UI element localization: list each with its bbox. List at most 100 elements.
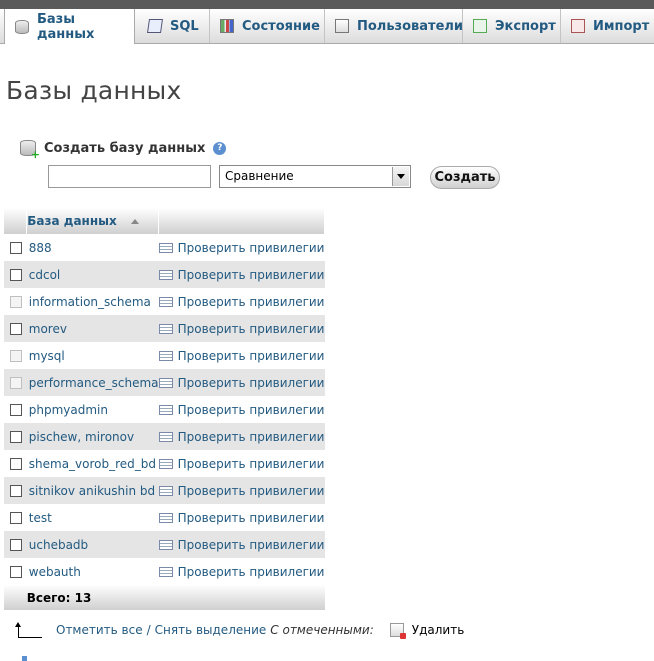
uncheck-all-link[interactable]: Снять выделение xyxy=(155,623,267,637)
privileges-cell: Проверить привилегии xyxy=(158,288,325,315)
privileges-cell: Проверить привилегии xyxy=(158,261,325,288)
database-name-cell: uchebadb xyxy=(26,531,159,558)
table-row: sitnikov anikushin bd Проверить привилеги… xyxy=(4,477,325,504)
delete-icon[interactable] xyxy=(389,623,406,639)
row-checkbox[interactable] xyxy=(10,241,22,254)
status-icon xyxy=(220,19,234,33)
row-checkbox-cell xyxy=(4,450,27,477)
check-privileges-link[interactable]: Проверить привилегии xyxy=(158,267,325,282)
tab-export-label: Экспорт xyxy=(495,18,556,34)
row-checkbox[interactable] xyxy=(10,457,22,470)
bulk-actions-bar: Отметить все / Снять выделение С отмечен… xyxy=(14,622,465,639)
tab-sql[interactable]: SQL xyxy=(138,9,210,43)
tab-export[interactable]: Экспорт xyxy=(463,9,561,43)
check-privileges-link[interactable]: Проверить привилегии xyxy=(158,349,325,363)
create-button[interactable]: Создать xyxy=(430,166,500,189)
row-checkbox[interactable] xyxy=(10,484,22,497)
help-icon[interactable]: ? xyxy=(213,141,227,155)
tab-import[interactable]: Импорт xyxy=(561,9,654,43)
privileges-icon xyxy=(158,458,173,469)
database-name-link[interactable]: mysql xyxy=(27,349,65,363)
tab-databases[interactable]: Базы данных xyxy=(4,9,135,44)
row-checkbox-cell xyxy=(4,423,27,450)
database-name-link[interactable]: information_schema xyxy=(27,295,151,309)
check-privileges-link[interactable]: Проверить привилегии xyxy=(158,510,325,525)
check-privileges-label: Проверить привилегии xyxy=(177,510,325,525)
row-checkbox-cell xyxy=(4,396,27,423)
privileges-icon xyxy=(158,269,173,280)
check-privileges-link[interactable]: Проверить привилегии xyxy=(158,375,325,390)
privileges-icon xyxy=(158,485,173,496)
row-checkbox[interactable] xyxy=(10,403,22,416)
database-name-link[interactable]: performance_schema xyxy=(27,376,159,390)
row-checkbox xyxy=(10,295,22,308)
privileges-icon xyxy=(158,377,173,388)
table-row: morev Проверить привилегии xyxy=(4,315,325,342)
collation-select[interactable]: Сравнение xyxy=(219,165,411,188)
row-checkbox-cell xyxy=(4,369,27,396)
database-name-link[interactable]: webauth xyxy=(27,565,81,579)
row-checkbox xyxy=(10,376,22,389)
database-name-input[interactable] xyxy=(48,165,211,188)
database-name-link[interactable]: phpmyadmin xyxy=(27,403,108,417)
check-privileges-label: Проверить привилегии xyxy=(177,267,325,282)
check-privileges-label: Проверить привилегии xyxy=(177,402,325,417)
database-name-link[interactable]: test xyxy=(27,511,52,525)
check-privileges-link[interactable]: Проверить привилегии xyxy=(158,402,325,417)
database-name-link[interactable]: 888 xyxy=(27,241,52,255)
table-row: webauth Проверить привилегии xyxy=(4,558,325,585)
table-row: performance_schema Проверить привилегии xyxy=(4,369,325,396)
database-name-link[interactable]: shema_vorob_red_bd xyxy=(27,457,156,471)
export-icon xyxy=(473,19,487,33)
database-name-link[interactable]: morev xyxy=(27,322,67,336)
row-checkbox[interactable] xyxy=(10,268,22,281)
check-privileges-link[interactable]: Проверить привилегии xyxy=(158,321,325,336)
privileges-icon xyxy=(158,242,173,253)
database-name-cell: phpmyadmin xyxy=(26,396,159,423)
database-name-link[interactable]: pischew, mironov xyxy=(27,430,134,444)
check-privileges-link[interactable]: Проверить привилегии xyxy=(158,538,325,552)
collation-select-value: Сравнение xyxy=(225,169,294,183)
database-name-cell: sitnikov anikushin bd xyxy=(26,477,159,504)
check-privileges-label: Проверить привилегии xyxy=(177,375,325,390)
check-privileges-label: Проверить привилегии xyxy=(177,321,325,336)
row-checkbox-cell xyxy=(4,504,27,531)
check-privileges-label: Проверить привилегии xyxy=(177,483,325,498)
tab-status-label: Состояние xyxy=(242,18,320,34)
database-name-link[interactable]: uchebadb xyxy=(27,538,88,552)
database-name-link[interactable]: sitnikov anikushin bd xyxy=(27,484,155,498)
database-name-link[interactable]: cdcol xyxy=(27,268,61,282)
tab-users[interactable]: Пользователи xyxy=(325,9,463,43)
row-checkbox-cell xyxy=(4,234,27,261)
check-privileges-label: Проверить привилегии xyxy=(177,429,325,444)
row-checkbox[interactable] xyxy=(10,322,22,335)
row-checkbox[interactable] xyxy=(10,538,22,551)
table-row: pischew, mironov Проверить привилегии xyxy=(4,423,325,450)
check-privileges-link[interactable]: Проверить привилегии xyxy=(158,457,325,471)
row-checkbox[interactable] xyxy=(10,511,22,524)
check-privileges-link[interactable]: Проверить привилегии xyxy=(158,483,325,498)
check-privileges-link[interactable]: Проверить привилегии xyxy=(158,565,325,579)
database-name-cell: webauth xyxy=(26,558,159,585)
privileges-icon xyxy=(158,539,173,550)
database-name-cell: cdcol xyxy=(26,261,159,288)
create-database-heading: Создать базу данных ? xyxy=(20,140,227,161)
check-privileges-link[interactable]: Проверить привилегии xyxy=(158,429,325,444)
check-all-link[interactable]: Отметить все xyxy=(56,623,143,637)
total-spacer-right xyxy=(158,585,325,610)
database-column-header[interactable]: База данных xyxy=(26,208,160,234)
delete-button[interactable]: Удалить xyxy=(412,623,465,637)
with-selected-label: С отмеченными: xyxy=(270,623,374,637)
database-column-label: База данных xyxy=(27,214,117,228)
database-name-cell: test xyxy=(26,504,159,531)
privileges-icon xyxy=(158,566,173,577)
check-privileges-link[interactable]: Проверить привилегии xyxy=(158,241,325,255)
row-checkbox[interactable] xyxy=(10,565,22,578)
tab-databases-label: Базы данных xyxy=(37,11,95,42)
tab-status[interactable]: Состояние xyxy=(210,9,325,43)
check-privileges-link[interactable]: Проверить привилегии xyxy=(158,295,325,309)
row-checkbox xyxy=(10,349,22,362)
row-checkbox[interactable] xyxy=(10,430,22,443)
actions-column-header xyxy=(158,208,325,234)
table-row: uchebadb Проверить привилегии xyxy=(4,531,325,558)
